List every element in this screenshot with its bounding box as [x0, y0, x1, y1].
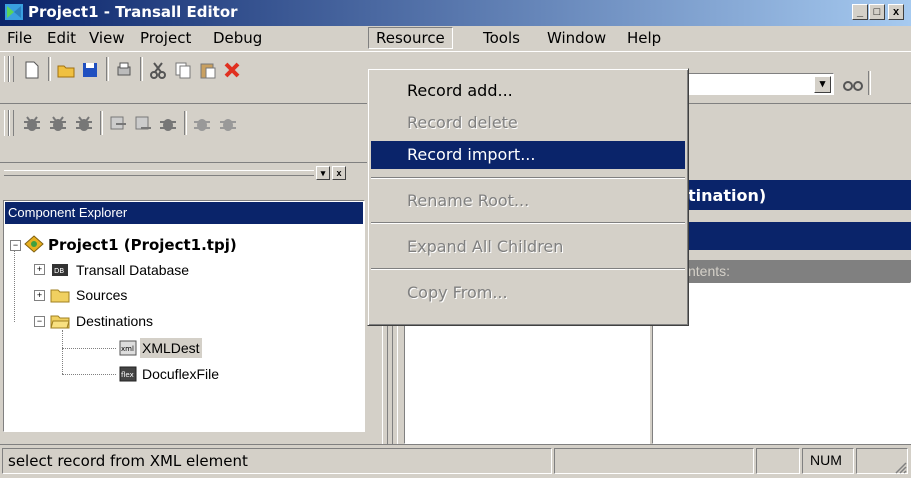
menu-tools[interactable]: Tools: [476, 28, 527, 48]
dock-grip[interactable]: [4, 170, 314, 176]
combo-box[interactable]: [686, 73, 834, 95]
contents-panel: [652, 282, 911, 444]
panel-border: [0, 162, 370, 163]
tree-item-docuflexfile[interactable]: DocuflexFile: [142, 364, 219, 384]
maximize-button[interactable]: □: [869, 4, 885, 20]
menu-record-import[interactable]: Record import...: [371, 141, 685, 169]
menu-separator: [371, 222, 685, 224]
xml-file-icon: xml: [119, 340, 137, 356]
panel-restore-button[interactable]: ▾: [316, 166, 330, 180]
menu-project[interactable]: Project: [133, 28, 198, 48]
toolbar-separator: [48, 57, 51, 81]
svg-text:xml: xml: [121, 345, 134, 353]
tree-root-project[interactable]: Project1 (Project1.tpj): [48, 235, 237, 255]
toolbar-separator: [140, 57, 143, 81]
tree-line: [14, 250, 16, 322]
chevron-down-icon[interactable]: ▾: [814, 76, 831, 93]
menu-rename-root[interactable]: Rename Root...: [371, 187, 685, 215]
panel-close-button[interactable]: x: [332, 166, 346, 180]
tree-line: [62, 348, 116, 350]
tree-collapse-toggle[interactable]: −: [34, 316, 45, 327]
step-into-icon[interactable]: [133, 114, 153, 134]
status-pane: [554, 448, 754, 474]
toolbar-separator: [868, 71, 871, 95]
close-button[interactable]: x: [888, 4, 904, 20]
toolbar-separator: [106, 57, 109, 81]
new-file-icon[interactable]: [22, 60, 42, 80]
print-icon[interactable]: [114, 60, 134, 80]
delete-icon[interactable]: [222, 60, 242, 80]
project-icon: [24, 235, 44, 253]
paste-icon[interactable]: [198, 60, 218, 80]
database-icon: DB: [52, 264, 68, 276]
binoculars-icon[interactable]: [842, 76, 864, 92]
tree-item-xmldest[interactable]: XMLDest: [140, 338, 202, 358]
docuflex-file-icon: flex: [119, 366, 137, 382]
tree-expand-toggle[interactable]: +: [34, 264, 45, 275]
toolbar-separator: [184, 111, 187, 135]
save-icon[interactable]: [80, 60, 100, 80]
step-icon[interactable]: [108, 114, 128, 134]
debug-bug-icon[interactable]: [74, 114, 94, 134]
menu-copy-from[interactable]: Copy From...: [371, 279, 685, 307]
menu-expand-all-children[interactable]: Expand All Children: [371, 233, 685, 261]
debug-bug-icon[interactable]: [48, 114, 68, 134]
svg-text:DB: DB: [54, 267, 64, 275]
app-icon: [5, 4, 23, 20]
menu-record-add[interactable]: Record add...: [371, 77, 685, 105]
toolbar-separator: [100, 111, 103, 135]
toolbar-grip[interactable]: [9, 110, 14, 136]
resize-grip-icon[interactable]: [893, 460, 907, 474]
menu-resource[interactable]: Resource: [368, 27, 453, 49]
menu-file[interactable]: File: [0, 28, 39, 48]
menu-window[interactable]: Window: [540, 28, 613, 48]
minimize-button[interactable]: _: [852, 4, 868, 20]
cut-icon[interactable]: [148, 60, 168, 80]
tree-line: [62, 374, 116, 376]
toolbar-divider: [0, 51, 911, 52]
tree-expand-toggle[interactable]: +: [34, 290, 45, 301]
toolbar-grip[interactable]: [9, 56, 14, 82]
num-lock-indicator: NUM: [810, 452, 842, 468]
menu-debug[interactable]: Debug: [206, 28, 269, 48]
window-title: Project1 - Transall Editor: [28, 3, 238, 21]
menu-separator: [371, 177, 685, 179]
menu-record-delete[interactable]: Record delete: [371, 109, 685, 137]
copy-icon[interactable]: [173, 60, 193, 80]
right-panel-title: tination): [688, 186, 767, 205]
menu-help[interactable]: Help: [620, 28, 668, 48]
resource-menu: Record add... Record delete Record impor…: [367, 68, 689, 326]
debug-bug-icon[interactable]: [158, 114, 178, 134]
menu-separator: [371, 268, 685, 270]
menu-view[interactable]: View: [82, 28, 132, 48]
debug-bug-icon[interactable]: [192, 114, 212, 134]
tree-item-sources[interactable]: Sources: [76, 285, 127, 305]
svg-text:flex: flex: [121, 371, 134, 379]
right-panel-subheader: [652, 222, 911, 250]
open-folder-icon[interactable]: [56, 60, 76, 80]
tree-line: [62, 330, 64, 374]
status-text: select record from XML element: [8, 452, 248, 470]
status-pane: [756, 448, 800, 474]
debug-bug-icon[interactable]: [22, 114, 42, 134]
contents-label: ntents:: [688, 263, 731, 279]
folder-icon: [50, 289, 70, 303]
tree-item-destinations[interactable]: Destinations: [76, 311, 153, 331]
debug-bug-icon[interactable]: [218, 114, 238, 134]
statusbar-divider: [0, 444, 911, 445]
explorer-header: Component Explorer: [8, 205, 128, 220]
menu-edit[interactable]: Edit: [40, 28, 83, 48]
tree-item-database[interactable]: Transall Database: [76, 260, 189, 280]
open-folder-icon: [50, 315, 70, 329]
